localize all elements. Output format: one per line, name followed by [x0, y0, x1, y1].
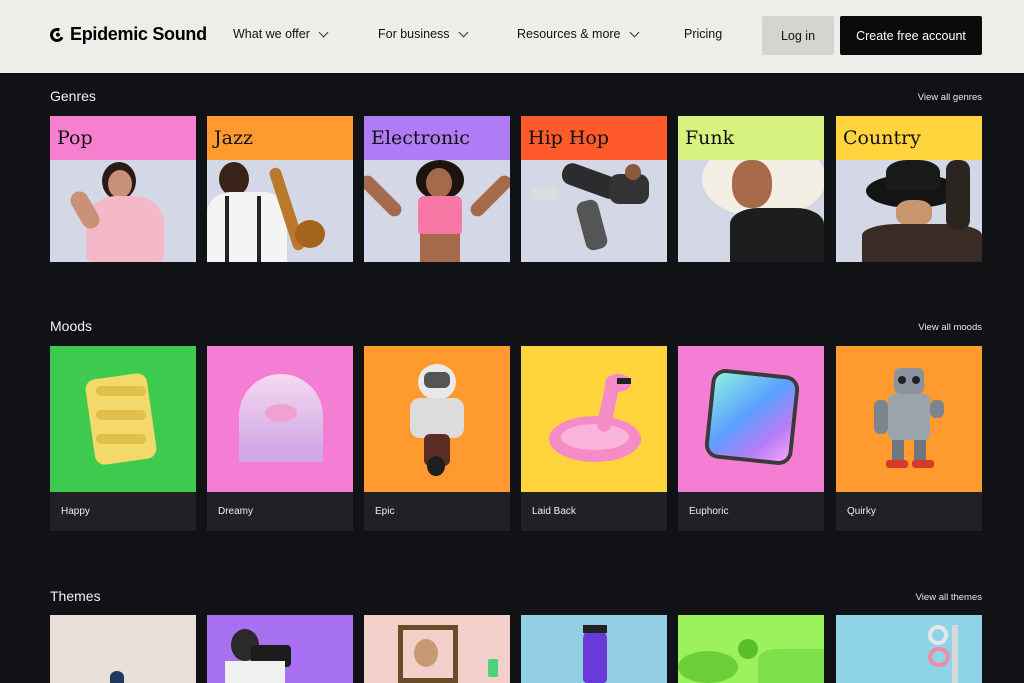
chevron-down-icon: [629, 27, 639, 37]
moods-heading: Moods: [50, 318, 93, 334]
view-all-genres-link[interactable]: View all genres: [918, 92, 982, 103]
genre-card-hip-hop[interactable]: Hip Hop: [521, 116, 667, 262]
nav-for-business[interactable]: For business: [378, 27, 469, 41]
genre-card-country[interactable]: Country: [836, 116, 982, 262]
mood-image-happy: [50, 346, 196, 492]
nav-label: Resources & more: [517, 27, 621, 41]
genre-card-funk[interactable]: Funk: [678, 116, 824, 262]
mood-card-happy[interactable]: Happy: [50, 346, 196, 531]
genre-image-pop: [50, 160, 196, 262]
genre-image-jazz: [207, 160, 353, 262]
epidemic-logo-icon: [48, 25, 66, 44]
view-all-themes-link[interactable]: View all themes: [916, 592, 982, 603]
login-button[interactable]: Log in: [762, 16, 834, 55]
mood-card-laid-back[interactable]: Laid Back: [521, 346, 667, 531]
nav-label: Pricing: [684, 27, 723, 41]
logo-text: Epidemic Sound: [70, 24, 207, 44]
mood-label: Laid Back: [521, 492, 667, 531]
mood-card-epic[interactable]: Epic: [364, 346, 510, 531]
nav-label: What we offer: [233, 27, 310, 41]
mood-image-euphoric: [678, 346, 824, 492]
nav-what-we-offer[interactable]: What we offer: [233, 27, 329, 41]
nav-resources[interactable]: Resources & more: [517, 27, 639, 41]
theme-card[interactable]: [836, 615, 982, 683]
theme-card[interactable]: [207, 615, 353, 683]
mood-card-euphoric[interactable]: Euphoric: [678, 346, 824, 531]
mood-image-quirky: [836, 346, 982, 492]
mood-card-dreamy[interactable]: Dreamy: [207, 346, 353, 531]
themes-heading: Themes: [50, 588, 101, 604]
genre-image-hip-hop: [521, 160, 667, 262]
view-all-moods-link[interactable]: View all moods: [918, 322, 982, 333]
genre-card-jazz[interactable]: Jazz: [207, 116, 353, 262]
genre-image-electronic: [364, 160, 510, 262]
mood-card-quirky[interactable]: Quirky: [836, 346, 982, 531]
genre-label: Funk: [678, 116, 824, 160]
genre-label: Electronic: [364, 116, 510, 160]
genre-label: Pop: [50, 116, 196, 160]
mood-label: Quirky: [836, 492, 982, 531]
logo[interactable]: Epidemic Sound: [48, 24, 207, 45]
chevron-down-icon: [458, 27, 469, 37]
theme-card[interactable]: [50, 615, 196, 683]
genre-card-electronic[interactable]: Electronic: [364, 116, 510, 262]
mood-image-epic: [364, 346, 510, 492]
mood-label: Happy: [50, 492, 196, 531]
genre-image-funk: [678, 160, 824, 262]
mood-label: Euphoric: [678, 492, 824, 531]
nav-label: For business: [378, 27, 450, 41]
nav-pricing[interactable]: Pricing: [684, 27, 722, 41]
create-account-button[interactable]: Create free account: [840, 16, 982, 55]
chevron-down-icon: [318, 27, 329, 37]
top-nav-bar: Epidemic Sound What we offer For busines…: [0, 0, 1024, 73]
genre-label: Hip Hop: [521, 116, 667, 160]
mood-label: Dreamy: [207, 492, 353, 531]
genres-heading: Genres: [50, 88, 96, 104]
theme-card[interactable]: [364, 615, 510, 683]
mood-image-dreamy: [207, 346, 353, 492]
theme-card[interactable]: [678, 615, 824, 683]
mood-image-laid-back: [521, 346, 667, 492]
genre-image-country: [836, 160, 982, 262]
mood-label: Epic: [364, 492, 510, 531]
theme-card[interactable]: [521, 615, 667, 683]
genre-card-pop[interactable]: Pop: [50, 116, 196, 262]
genre-label: Jazz: [207, 116, 353, 160]
genre-label: Country: [836, 116, 982, 160]
